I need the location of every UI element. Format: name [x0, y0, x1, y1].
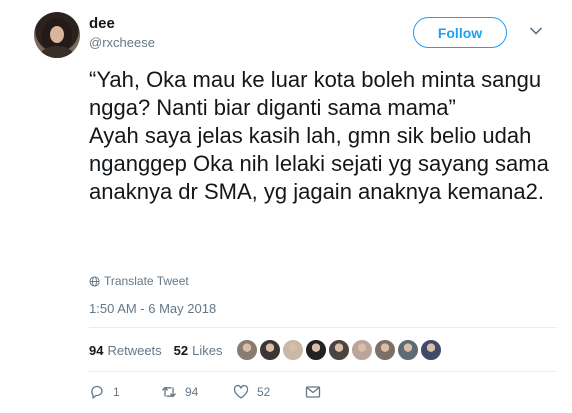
likes-label: Likes [192, 343, 223, 358]
retweet-count: 94 [185, 385, 199, 399]
envelope-icon [305, 386, 321, 398]
liker-avatars [236, 339, 443, 361]
avatar-body [40, 46, 74, 58]
liker-avatar[interactable] [282, 339, 304, 361]
retweets-count: 94 [89, 343, 104, 358]
display-name[interactable]: dee [89, 15, 115, 32]
liker-avatar[interactable] [397, 339, 419, 361]
reply-icon [91, 385, 103, 399]
globe-icon [89, 275, 100, 287]
tweet-text: “Yah, Oka mau ke luar kota boleh minta s… [89, 67, 549, 204]
liker-avatar[interactable] [328, 339, 350, 361]
translate-tweet-link[interactable]: Translate Tweet [89, 274, 189, 288]
follow-button[interactable]: Follow [413, 17, 507, 48]
tweet-timestamp[interactable]: 1:50 AM - 6 May 2018 [89, 301, 216, 316]
likes-stat[interactable]: 52 Likes [174, 343, 223, 358]
user-handle[interactable]: @rxcheese [89, 35, 155, 50]
reply-button[interactable]: 1 [89, 384, 161, 400]
liker-avatar[interactable] [351, 339, 373, 361]
liker-avatar[interactable] [420, 339, 442, 361]
avatar[interactable] [34, 12, 80, 58]
liker-avatar[interactable] [374, 339, 396, 361]
likes-count: 52 [173, 343, 189, 358]
reply-count: 1 [113, 385, 120, 399]
chevron-down-icon[interactable] [529, 24, 543, 38]
like-count: 52 [257, 385, 271, 399]
liker-avatar[interactable] [259, 339, 281, 361]
action-bar: 1 94 52 [89, 384, 321, 400]
divider-top [89, 327, 557, 328]
translate-label: Translate Tweet [104, 274, 189, 288]
heart-icon [233, 384, 249, 399]
retweets-label: Retweets [107, 343, 162, 358]
liker-avatar[interactable] [236, 339, 258, 361]
retweet-button[interactable]: 94 [161, 384, 233, 400]
direct-message-button[interactable] [305, 384, 321, 400]
avatar-face [50, 26, 64, 43]
engagement-stats: 94 Retweets 52 Likes [89, 343, 223, 358]
retweet-icon [162, 386, 176, 398]
divider-bottom [89, 371, 557, 372]
liker-avatar[interactable] [305, 339, 327, 361]
like-button[interactable]: 52 [233, 384, 305, 400]
retweets-stat[interactable]: 94 Retweets [89, 343, 162, 358]
